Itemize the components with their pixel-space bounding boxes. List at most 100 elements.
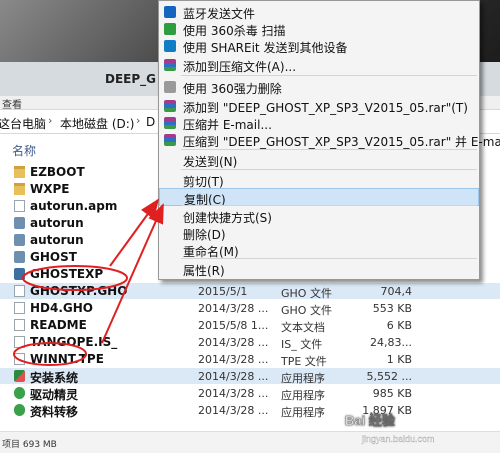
- file-name: autorun: [30, 216, 84, 230]
- context-menu: 蓝牙发送文件 使用 360杀毒 扫描使用 SHAREit 发送到其他设备 添加到压缩…: [158, 0, 500, 280]
- context-menu-item[interactable]: 使用 360强力删除: [159, 78, 479, 96]
- context-menu-item[interactable]: 剪切(T): [159, 171, 479, 189]
- winrar-icon: [164, 134, 176, 146]
- file-name: 驱动精灵: [30, 388, 79, 402]
- file-name: TANGOPE.IS_: [30, 335, 118, 349]
- file-type: TPE 文件: [281, 355, 327, 368]
- file-date: 2014/3/28 ...: [198, 353, 269, 366]
- file-size: 985 KB: [372, 387, 412, 400]
- file-name: HD4.GHO: [30, 301, 94, 315]
- file-size: 704,4: [380, 285, 413, 298]
- winrar-icon: [164, 100, 176, 112]
- winrar-icon: [164, 117, 176, 129]
- file-type: 应用程序: [281, 406, 325, 419]
- file-row[interactable]: GHOSTXP.GHO 2015/5/1 GHO 文件 704,4: [0, 283, 500, 300]
- file-name: 安装系统: [30, 371, 79, 385]
- file-date: 2014/3/28 ...: [198, 387, 269, 400]
- ghost-app-icon: [14, 268, 25, 280]
- status-text: 项目 693 MB: [2, 440, 57, 450]
- ribbon-tab-view[interactable]: 查看: [2, 96, 22, 111]
- 360-antivirus-icon: [164, 23, 176, 35]
- file-date: 2015/5/8 1...: [198, 319, 269, 332]
- context-menu-item-label: 发送到(N): [183, 155, 238, 169]
- file-date: 2014/3/28 ...: [198, 404, 269, 417]
- context-menu-item[interactable]: 压缩并 E-mail...: [159, 114, 479, 132]
- file-row[interactable]: WINNT.TPE 2014/3/28 ... TPE 文件 1 KB: [0, 351, 500, 368]
- file-type: GHO 文件: [281, 287, 332, 300]
- file-row[interactable]: 驱动精灵 2014/3/28 ... 应用程序 985 KB: [0, 385, 500, 402]
- installer-icon: [14, 370, 25, 382]
- file-name: README: [30, 318, 87, 332]
- file-name: 资料转移: [30, 405, 79, 419]
- file-name: WXPE: [30, 182, 70, 196]
- file-type: 文本文档: [281, 321, 325, 334]
- context-menu-item[interactable]: 复制(C): [159, 188, 479, 207]
- file-name: GHOST: [30, 250, 77, 264]
- file-row[interactable]: 安装系统 2014/3/28 ... 应用程序 5,552 ...: [0, 368, 500, 385]
- chevron-right-icon: ›: [48, 114, 53, 127]
- file-size: 1 KB: [386, 353, 412, 366]
- file-name: GHOSTEXP: [30, 267, 104, 281]
- column-header-name[interactable]: 名称: [12, 142, 36, 159]
- shareit-icon: [164, 40, 176, 52]
- context-menu-item[interactable]: 添加到压缩文件(A)...: [159, 56, 479, 74]
- menu-separator: [181, 258, 477, 259]
- menu-separator: [181, 149, 477, 150]
- context-menu-item[interactable]: 重命名(M): [159, 241, 479, 259]
- file-size: 1,897 KB: [362, 404, 412, 417]
- context-menu-item[interactable]: 属性(R): [159, 260, 479, 278]
- file-name: WINNT.TPE: [30, 352, 104, 366]
- chevron-right-icon: ›: [136, 114, 141, 127]
- file-type: IS_ 文件: [281, 338, 323, 351]
- settings-file-icon: [14, 234, 25, 246]
- context-menu-item[interactable]: 使用 360杀毒 扫描: [159, 20, 479, 38]
- 360-delete-icon: [164, 81, 176, 93]
- file-type: GHO 文件: [281, 304, 332, 317]
- file-row[interactable]: TANGOPE.IS_ 2014/3/28 ... IS_ 文件 24,83...: [0, 334, 500, 351]
- file-date: 2014/3/28 ...: [198, 336, 269, 349]
- window-title: DEEP_G: [105, 72, 156, 86]
- file-size: 553 KB: [372, 302, 412, 315]
- file-date: 2014/3/28 ...: [198, 370, 269, 383]
- menu-separator: [181, 205, 477, 206]
- breadcrumb-this-pc[interactable]: 这台电脑: [0, 115, 46, 132]
- document-icon: [14, 319, 25, 331]
- context-menu-item[interactable]: 使用 SHAREit 发送到其他设备: [159, 37, 479, 55]
- file-row[interactable]: README 2015/5/8 1... 文本文档 6 KB: [0, 317, 500, 334]
- file-row[interactable]: 资料转移 2014/3/28 ... 应用程序 1,897 KB: [0, 402, 500, 419]
- context-menu-item[interactable]: 压缩到 "DEEP_GHOST_XP_SP3_V2015_05.rar" 并 E…: [159, 131, 500, 149]
- file-name: autorun.apm: [30, 199, 118, 213]
- file-size: 5,552 ...: [366, 370, 412, 383]
- context-menu-item-label: 属性(R): [183, 264, 225, 278]
- menu-separator: [181, 169, 477, 170]
- context-menu-item-label: 添加到压缩文件(A)...: [183, 60, 297, 74]
- menu-separator: [181, 75, 477, 76]
- context-menu-item-label: 使用 SHAREit 发送到其他设备: [183, 41, 348, 55]
- bluetooth-icon: [164, 6, 176, 18]
- winrar-icon: [164, 59, 176, 71]
- file-size: 6 KB: [386, 319, 412, 332]
- status-bar: 项目 693 MB: [0, 431, 500, 453]
- context-menu-item[interactable]: 删除(D): [159, 224, 479, 242]
- file-name: GHOSTXP.GHO: [30, 284, 128, 298]
- context-menu-item[interactable]: 添加到 "DEEP_GHOST_XP_SP3_V2015_05.rar"(T): [159, 97, 479, 115]
- context-menu-item-label: 使用 360强力删除: [183, 82, 282, 96]
- context-menu-item[interactable]: 蓝牙发送文件: [159, 3, 479, 21]
- document-icon: [14, 336, 25, 348]
- folder-icon: [14, 166, 25, 178]
- breadcrumb-folder[interactable]: D: [146, 115, 155, 129]
- file-name: EZBOOT: [30, 165, 85, 179]
- file-name: autorun: [30, 233, 84, 247]
- file-date: 2014/3/28 ...: [198, 302, 269, 315]
- breadcrumb-drive-d[interactable]: 本地磁盘 (D:): [60, 115, 134, 132]
- file-date: 2015/5/1: [198, 285, 248, 298]
- context-menu-item-label: 压缩到 "DEEP_GHOST_XP_SP3_V2015_05.rar" 并 E…: [183, 135, 500, 149]
- document-icon: [14, 285, 25, 297]
- context-menu-item[interactable]: 创建快捷方式(S): [159, 207, 479, 225]
- folder-icon: [14, 183, 25, 195]
- context-menu-item[interactable]: 发送到(N): [159, 151, 479, 169]
- document-icon: [14, 200, 25, 212]
- transfer-app-icon: [14, 404, 25, 416]
- document-icon: [14, 353, 25, 365]
- file-row[interactable]: HD4.GHO 2014/3/28 ... GHO 文件 553 KB: [0, 300, 500, 317]
